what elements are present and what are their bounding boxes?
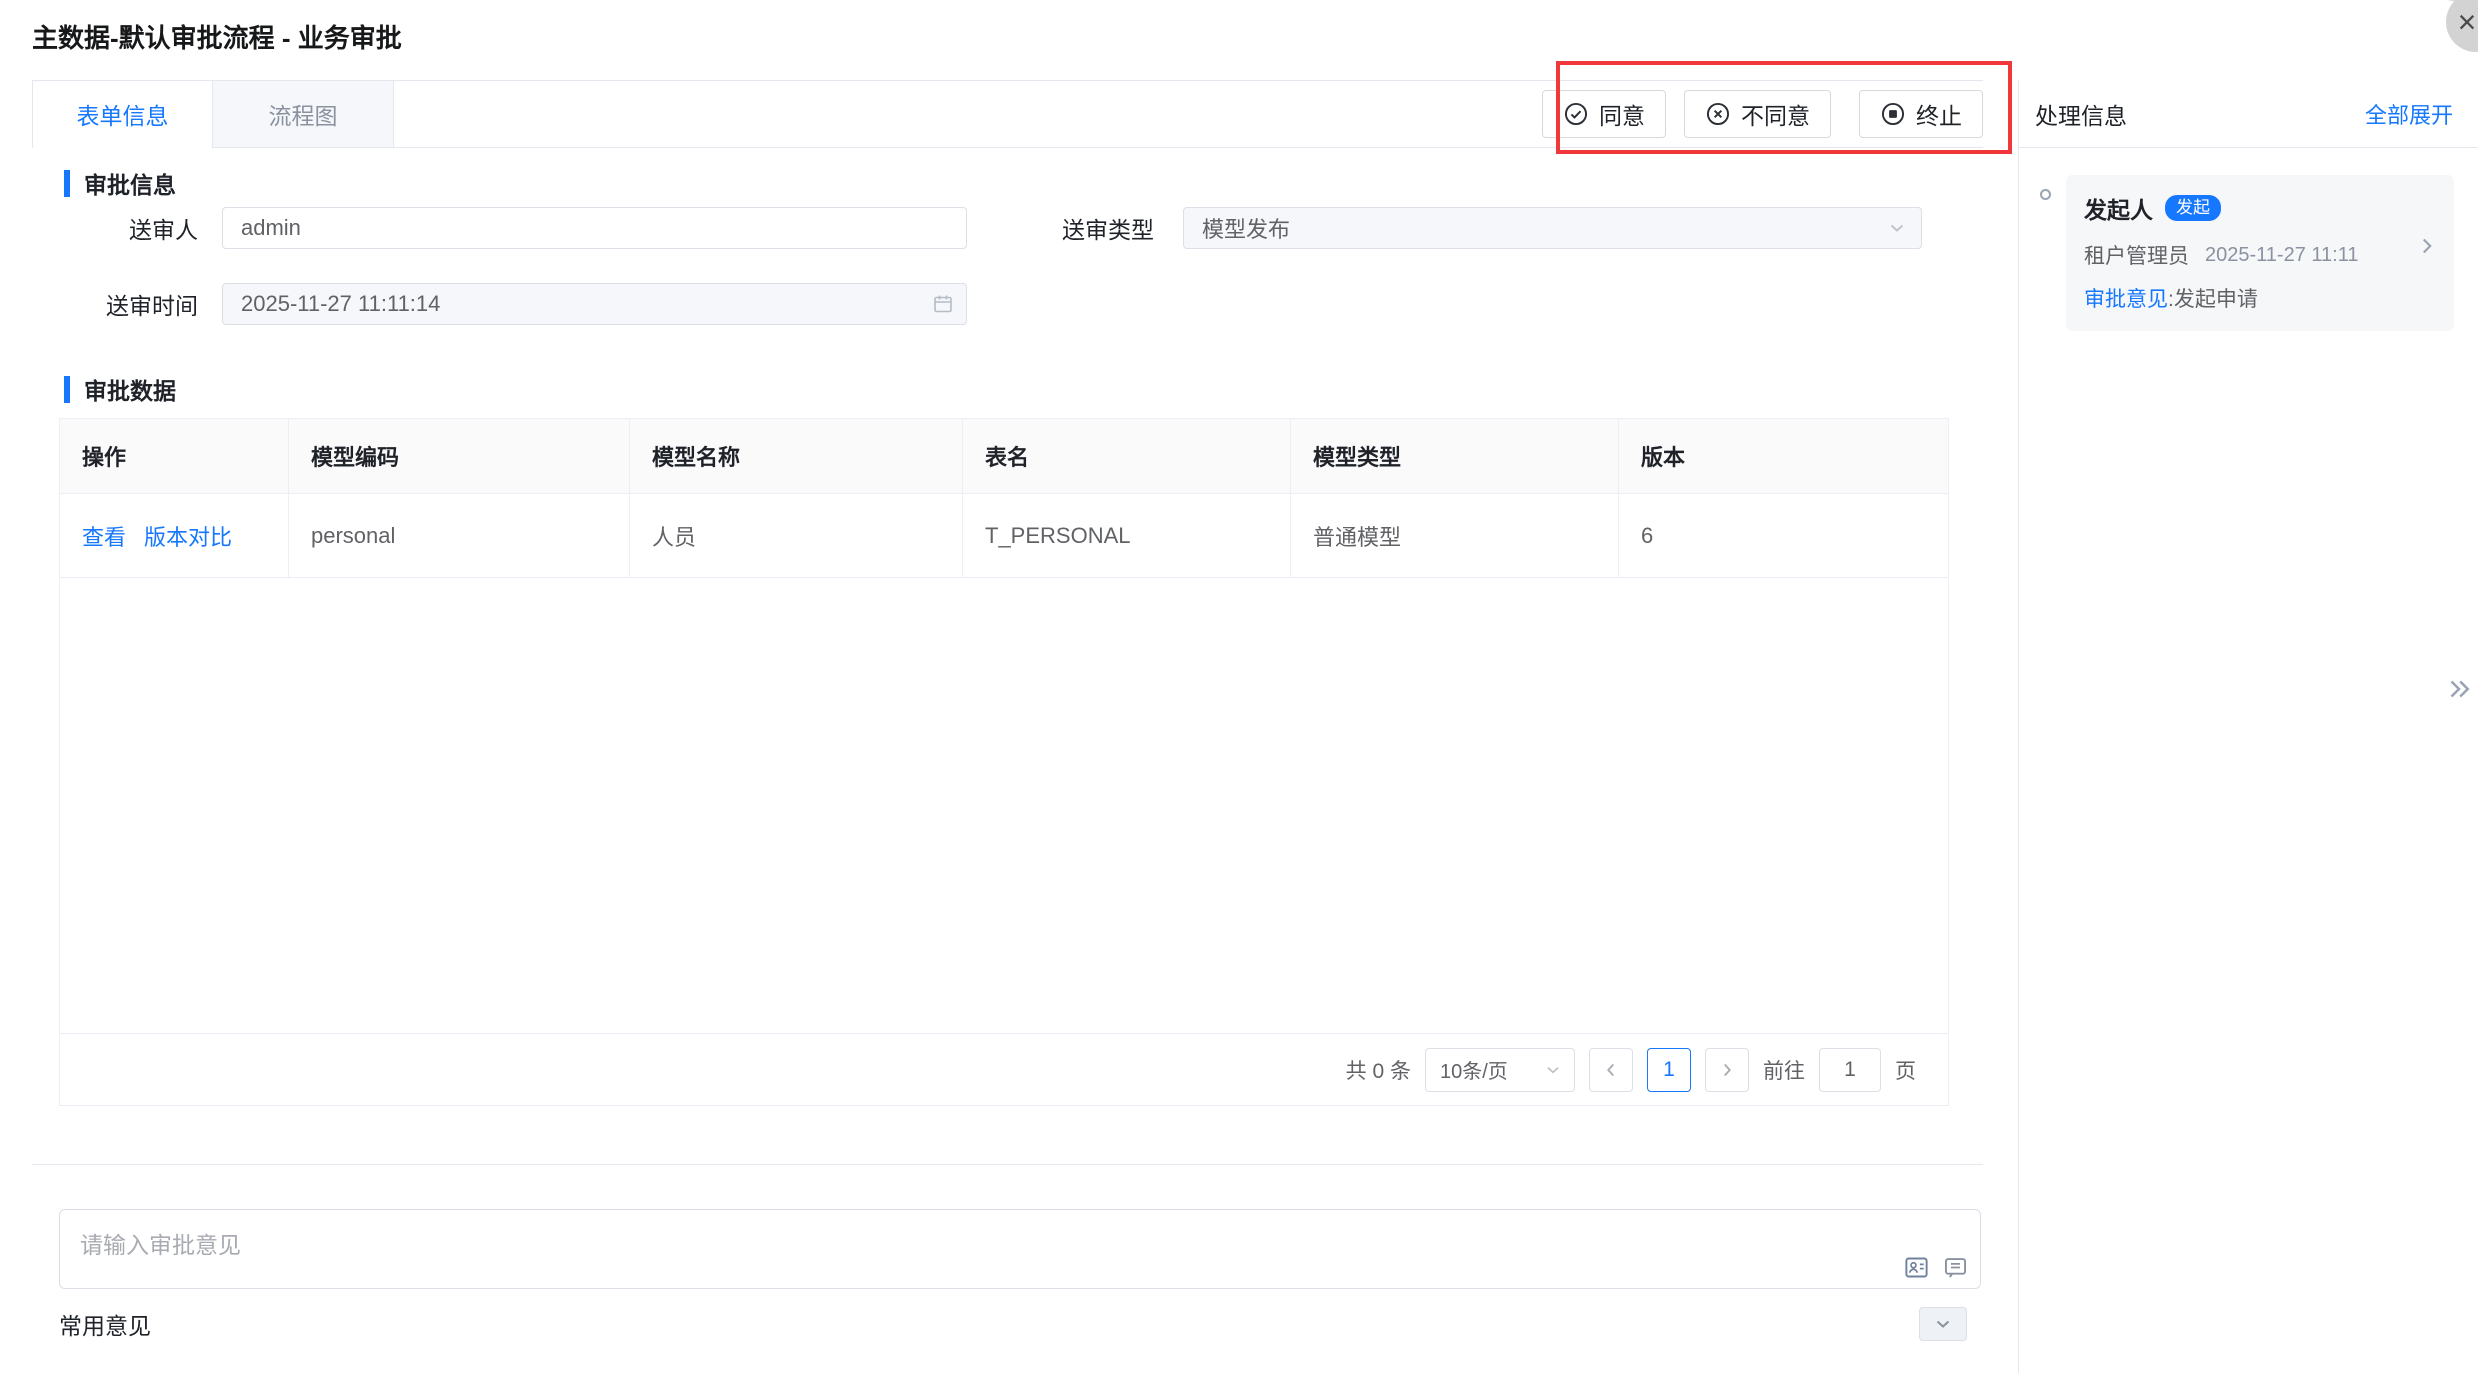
tab-form-info[interactable]: 表单信息: [32, 81, 213, 147]
form-row-1: 送审人 送审类型 模型发布: [32, 207, 1922, 249]
opinion-label: 审批意见: [2084, 288, 2168, 311]
timeline-user: 租户管理员: [2084, 240, 2189, 270]
timeline-role-line: 发起人 发起: [2084, 191, 2436, 225]
chevron-down-icon: [1885, 216, 1909, 240]
table-empty-area: [60, 578, 1948, 1033]
chevron-down-icon: [1542, 1059, 1564, 1081]
panel-title: 处理信息: [2035, 97, 2127, 131]
col-operation: 操作: [60, 419, 289, 494]
timeline-opinion: 审批意见:发起申请: [2084, 283, 2436, 313]
approve-label: 同意: [1599, 97, 1645, 131]
section-approval-info: 审批信息: [64, 166, 176, 200]
page-title: 主数据-默认审批流程 - 业务审批: [32, 18, 402, 55]
timeline-time: 2025-11-27 11:11: [2205, 244, 2358, 267]
tab-flow-chart[interactable]: 流程图: [213, 81, 394, 147]
page-size-value: 10条/页: [1440, 1055, 1508, 1084]
check-circle-icon: [1563, 101, 1589, 127]
chevron-down-icon: [1931, 1312, 1955, 1336]
page-unit-label: 页: [1895, 1055, 1916, 1085]
chevron-right-icon: [1716, 1059, 1738, 1081]
col-model-name: 模型名称: [630, 419, 963, 494]
approve-button[interactable]: 同意: [1542, 90, 1666, 138]
reject-button[interactable]: 不同意: [1684, 90, 1831, 138]
col-version: 版本: [1619, 419, 1948, 494]
cross-circle-icon: [1705, 101, 1731, 127]
table-row: 查看 版本对比 personal 人员 T_PERSONAL 普通模型 6: [60, 494, 1948, 578]
timeline-dot-icon: [2040, 189, 2051, 200]
reject-label: 不同意: [1741, 97, 1810, 131]
common-opinion-row: 常用意见: [59, 1306, 1967, 1342]
prev-page-button[interactable]: [1589, 1048, 1633, 1092]
approval-data-table: 操作 模型编码 模型名称 表名 模型类型 版本 查看 版本对比 personal…: [59, 418, 1949, 1106]
submitter-input[interactable]: [222, 207, 967, 249]
col-model-type: 模型类型: [1291, 419, 1619, 494]
col-model-code: 模型编码: [289, 419, 630, 494]
cell-table-name: T_PERSONAL: [963, 494, 1291, 578]
send-type-select[interactable]: 模型发布: [1183, 207, 1922, 249]
view-link[interactable]: 查看: [82, 520, 126, 552]
pagination: 共 0 条 10条/页 1 前往 页: [60, 1033, 1948, 1105]
comment-area: [59, 1209, 1981, 1289]
collapse-panel-icon[interactable]: [2444, 674, 2474, 704]
terminate-label: 终止: [1916, 97, 1962, 131]
send-type-value: 模型发布: [1202, 212, 1290, 244]
goto-page-input[interactable]: [1819, 1048, 1881, 1092]
version-compare-link[interactable]: 版本对比: [144, 520, 232, 552]
comment-divider: [32, 1164, 1983, 1165]
send-type-label: 送审类型: [967, 211, 1183, 245]
timeline-role: 发起人: [2084, 191, 2153, 225]
process-info-panel: 处理信息 全部展开 发起人 发起 租户管理员 2025-11-27 11:11 …: [2018, 80, 2478, 1373]
current-page-button[interactable]: 1: [1647, 1048, 1691, 1092]
close-button[interactable]: ×: [2446, 0, 2478, 52]
panel-header: 处理信息 全部展开: [2019, 80, 2478, 148]
opinion-text: :发起申请: [2168, 288, 2258, 311]
pagination-total: 共 0 条: [1346, 1055, 1411, 1085]
header-actions: 同意 不同意 终止: [1542, 81, 1983, 147]
chevron-left-icon: [1600, 1059, 1622, 1081]
cell-model-code: personal: [289, 494, 630, 578]
page-size-select[interactable]: 10条/页: [1425, 1048, 1575, 1092]
cell-version: 6: [1619, 494, 1948, 578]
send-time-label: 送审时间: [32, 287, 222, 321]
terminate-button[interactable]: 终止: [1859, 90, 1983, 138]
table-header-row: 操作 模型编码 模型名称 表名 模型类型 版本: [60, 419, 1948, 494]
expand-all-link[interactable]: 全部展开: [2365, 98, 2453, 130]
goto-label: 前往: [1763, 1055, 1805, 1085]
chevron-right-icon[interactable]: [2414, 233, 2440, 259]
contact-card-icon[interactable]: [1903, 1254, 1930, 1281]
common-opinion-label: 常用意见: [59, 1307, 151, 1341]
col-table-name: 表名: [963, 419, 1291, 494]
submitter-label: 送审人: [32, 211, 222, 245]
timeline-item[interactable]: 发起人 发起 租户管理员 2025-11-27 11:11 审批意见:发起申请: [2066, 175, 2454, 331]
initiate-badge: 发起: [2165, 195, 2221, 221]
form-row-2: 送审时间: [32, 283, 967, 325]
timeline-meta: 租户管理员 2025-11-27 11:11: [2084, 240, 2436, 270]
comment-textarea[interactable]: [59, 1209, 1981, 1289]
next-page-button[interactable]: [1705, 1048, 1749, 1092]
cell-model-type: 普通模型: [1291, 494, 1619, 578]
cell-model-name: 人员: [630, 494, 963, 578]
comment-icons: [1903, 1254, 1969, 1281]
send-time-input[interactable]: [222, 283, 967, 325]
approval-dialog: 主数据-默认审批流程 - 业务审批 × 表单信息 流程图 同意 不同意: [0, 0, 2478, 1373]
stop-circle-icon: [1880, 101, 1906, 127]
header-row: 表单信息 流程图 同意 不同意 终止: [32, 80, 1983, 148]
section-approval-data: 审批数据: [64, 372, 176, 406]
common-opinion-toggle[interactable]: [1919, 1307, 1967, 1341]
close-icon: ×: [2458, 6, 2477, 38]
message-icon[interactable]: [1942, 1254, 1969, 1281]
